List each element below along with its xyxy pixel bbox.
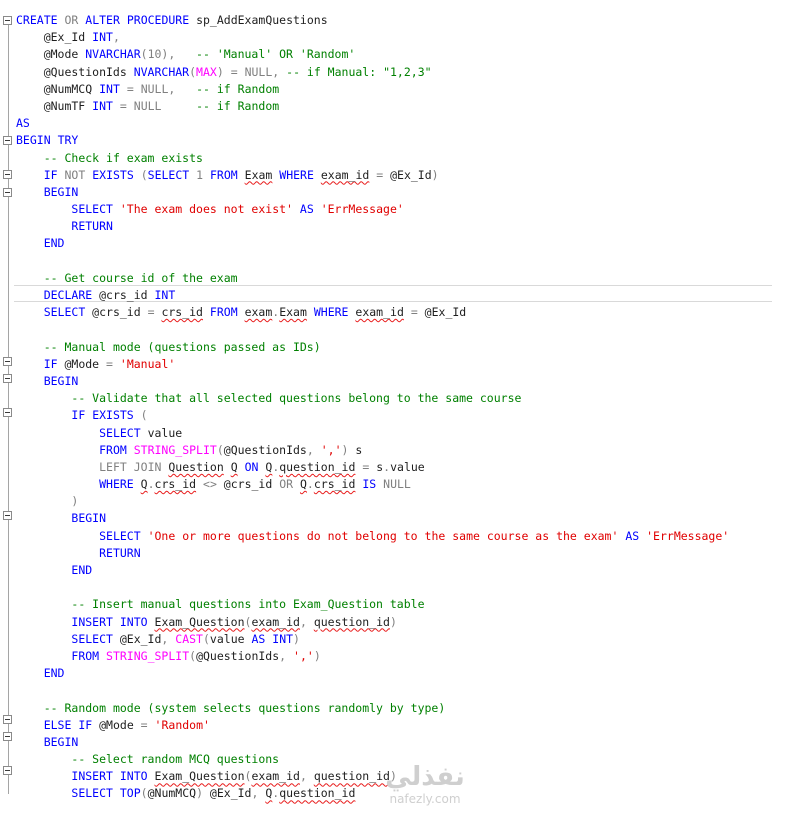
code-line[interactable]: BEGIN (16, 184, 729, 201)
collapse-toggle-icon[interactable] (3, 732, 12, 741)
code-line[interactable]: -- Check if exam exists (16, 150, 729, 167)
code-line[interactable]: SELECT value (16, 425, 729, 442)
code-line[interactable]: -- Manual mode (questions passed as IDs) (16, 339, 729, 356)
collapse-toggle-icon[interactable] (3, 715, 12, 724)
code-line[interactable]: @NumTF INT = NULL -- if Random (16, 98, 729, 115)
code-line[interactable]: ELSE IF @Mode = 'Random' (16, 717, 729, 734)
collapse-toggle-icon[interactable] (3, 188, 12, 197)
collapse-toggle-icon[interactable] (3, 511, 12, 520)
code-line[interactable] (16, 321, 729, 338)
code-line[interactable]: SELECT 'The exam does not exist' AS 'Err… (16, 201, 729, 218)
code-line[interactable]: END (16, 562, 729, 579)
code-area[interactable]: CREATE OR ALTER PROCEDURE sp_AddExamQues… (16, 12, 729, 803)
code-line[interactable]: BEGIN (16, 734, 729, 751)
code-line[interactable]: SELECT @crs_id = crs_id FROM exam.Exam W… (16, 304, 729, 321)
code-line[interactable]: @Ex_Id INT, (16, 29, 729, 46)
code-line[interactable]: SELECT @Ex_Id, CAST(value AS INT) (16, 631, 729, 648)
code-line[interactable]: RETURN (16, 545, 729, 562)
code-line[interactable]: IF EXISTS ( (16, 407, 729, 424)
sql-code-editor[interactable]: CREATE OR ALTER PROCEDURE sp_AddExamQues… (0, 0, 800, 823)
code-line[interactable]: ) (16, 493, 729, 510)
code-line[interactable]: END (16, 665, 729, 682)
code-line[interactable]: BEGIN (16, 373, 729, 390)
code-line[interactable] (16, 682, 729, 699)
code-line[interactable]: -- Validate that all selected questions … (16, 390, 729, 407)
watermark-latin-text: nafezly.com (389, 792, 461, 806)
code-line[interactable]: CREATE OR ALTER PROCEDURE sp_AddExamQues… (16, 12, 729, 29)
collapse-toggle-icon[interactable] (3, 766, 12, 775)
code-line[interactable]: IF @Mode = 'Manual' (16, 356, 729, 373)
collapse-toggle-icon[interactable] (3, 357, 12, 366)
code-line[interactable]: BEGIN TRY (16, 132, 729, 149)
nafezly-watermark: نفذلي nafezly.com (360, 762, 490, 806)
code-line[interactable]: INSERT INTO Exam_Question(exam_id, quest… (16, 614, 729, 631)
collapse-toggle-icon[interactable] (3, 16, 12, 25)
code-line[interactable] (16, 253, 729, 270)
collapse-toggle-icon[interactable] (3, 136, 12, 145)
code-line[interactable]: DECLARE @crs_id INT (16, 287, 729, 304)
code-line[interactable]: WHERE Q.crs_id <> @crs_id OR Q.crs_id IS… (16, 476, 729, 493)
collapse-toggle-icon[interactable] (3, 408, 12, 417)
fold-gutter (0, 0, 14, 800)
code-line[interactable]: -- Random mode (system selects questions… (16, 700, 729, 717)
code-line[interactable]: FROM STRING_SPLIT(@QuestionIds, ',') (16, 648, 729, 665)
collapse-toggle-icon[interactable] (3, 170, 12, 179)
code-line[interactable]: FROM STRING_SPLIT(@QuestionIds, ',') s (16, 442, 729, 459)
code-line[interactable]: @Mode NVARCHAR(10), -- 'Manual' OR 'Rand… (16, 46, 729, 63)
code-line[interactable] (16, 579, 729, 596)
code-line[interactable]: BEGIN (16, 510, 729, 527)
code-line[interactable]: IF NOT EXISTS (SELECT 1 FROM Exam WHERE … (16, 167, 729, 184)
code-line[interactable]: RETURN (16, 218, 729, 235)
code-line[interactable]: -- Insert manual questions into Exam_Que… (16, 596, 729, 613)
watermark-arabic-text: نفذلي (385, 762, 465, 792)
collapse-toggle-icon[interactable] (3, 374, 12, 383)
code-line[interactable]: END (16, 235, 729, 252)
code-line[interactable]: -- Get course id of the exam (16, 270, 729, 287)
code-line[interactable]: @NumMCQ INT = NULL, -- if Random (16, 81, 729, 98)
code-line[interactable]: @QuestionIds NVARCHAR(MAX) = NULL, -- if… (16, 64, 729, 81)
code-line[interactable]: LEFT JOIN Question Q ON Q.question_id = … (16, 459, 729, 476)
code-line[interactable]: AS (16, 115, 729, 132)
code-line[interactable]: SELECT 'One or more questions do not bel… (16, 528, 729, 545)
